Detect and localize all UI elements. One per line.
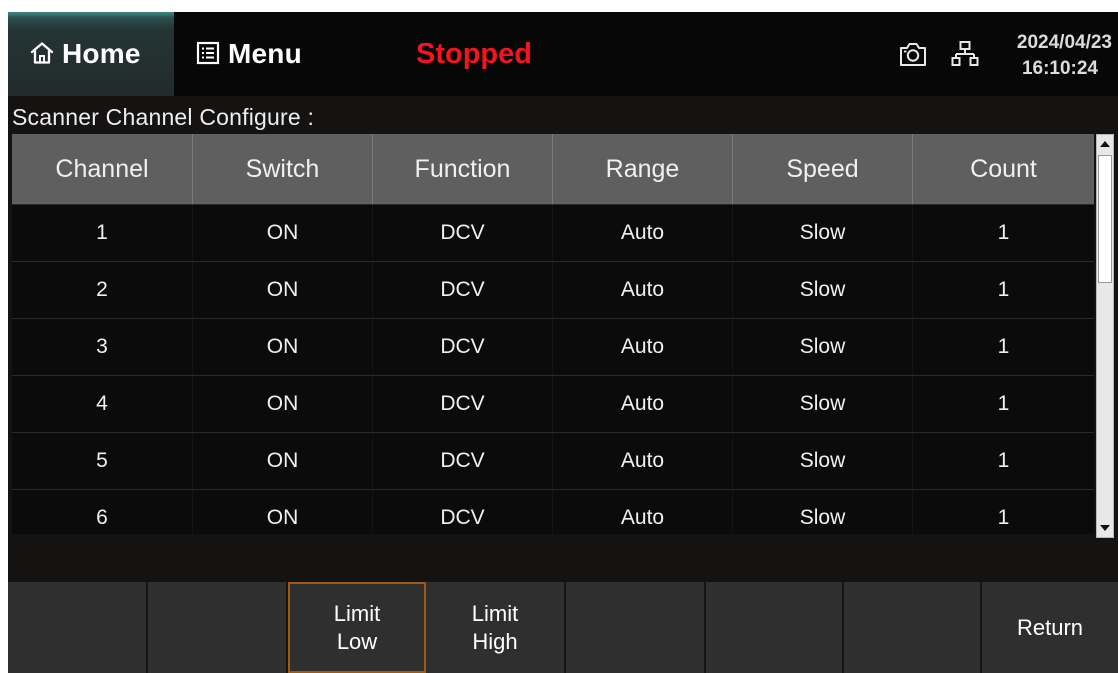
table-scrollbar[interactable] [1096, 134, 1114, 538]
column-header-channel[interactable]: Channel [12, 134, 193, 204]
table-row[interactable]: 3 ON DCV Auto Slow 1 [12, 318, 1094, 375]
softkey-5[interactable] [566, 582, 706, 673]
column-header-function[interactable]: Function [373, 134, 553, 204]
softkey-1[interactable] [8, 582, 148, 673]
return-line1: Return [1016, 614, 1084, 640]
camera-icon[interactable] [898, 40, 928, 73]
cell-range: Auto [553, 433, 733, 489]
limit-low-softkey[interactable]: Limit Low [288, 582, 426, 673]
cell-speed: Slow [733, 433, 913, 489]
cell-count: 1 [997, 506, 1010, 529]
instrument-screen: Home Menu Stopped 2024/04/23 16:10:24 Sc… [8, 12, 1118, 673]
limit-low-line2: Low [336, 628, 378, 654]
cell-range: Auto [553, 205, 733, 261]
cell-function: DCV [373, 205, 553, 261]
top-bar: Home Menu Stopped 2024/04/23 16:10:24 [8, 12, 1118, 96]
cell-switch: ON [193, 205, 373, 261]
cell-channel: 3 [12, 319, 193, 375]
cell-function: DCV [373, 433, 553, 489]
menu-list-icon [196, 41, 220, 70]
column-header-switch[interactable]: Switch [193, 134, 373, 204]
softkey-6[interactable] [706, 582, 844, 673]
table-row[interactable]: 2 ON DCV Auto Slow 1 [12, 261, 1094, 318]
cell-channel: 6 [12, 490, 193, 534]
table-row[interactable]: 1 ON DCV Auto Slow 1 [12, 204, 1094, 261]
date-time: 2024/04/23 16:10:24 [1017, 30, 1112, 82]
limit-high-line1: Limit [471, 600, 519, 626]
column-header-speed[interactable]: Speed [733, 134, 913, 204]
softkey-2[interactable] [148, 582, 288, 673]
cell-speed: Slow [733, 262, 913, 318]
column-header-range[interactable]: Range [553, 134, 733, 204]
cell-switch: ON [193, 376, 373, 432]
arrow-up-icon[interactable] [1097, 135, 1113, 153]
time-text: 16:10:24 [1021, 58, 1098, 79]
limit-high-line2: High [472, 628, 518, 654]
column-header-count[interactable]: Count [913, 134, 1094, 204]
cell-range: Auto [553, 376, 733, 432]
softkey-7[interactable] [844, 582, 982, 673]
section-title: Scanner Channel Configure : [12, 104, 315, 130]
softkey-bar: Limit Low Limit High Return [8, 582, 1118, 673]
cell-count: 1 [997, 449, 1010, 472]
arrow-down-icon[interactable] [1097, 519, 1113, 537]
cell-speed: Slow [733, 205, 913, 261]
table-row[interactable]: 4 ON DCV Auto Slow 1 [12, 375, 1094, 432]
cell-function: DCV [373, 490, 553, 534]
limit-low-line1: Limit [333, 600, 381, 626]
cell-range: Auto [553, 490, 733, 534]
cell-function: DCV [373, 262, 553, 318]
limit-high-softkey[interactable]: Limit High [426, 582, 566, 673]
cell-function: DCV [373, 319, 553, 375]
home-tab[interactable]: Home [8, 12, 174, 96]
cell-speed: Slow [733, 490, 913, 534]
cell-channel: 2 [12, 262, 193, 318]
home-tab-label: Home [62, 38, 141, 69]
cell-count: 1 [997, 278, 1010, 301]
home-icon [30, 41, 54, 70]
run-status: Stopped [416, 37, 532, 70]
scrollbar-thumb[interactable] [1098, 155, 1112, 283]
cell-range: Auto [553, 262, 733, 318]
cell-switch: ON [193, 490, 373, 534]
channel-table: Channel Switch Function Range Speed Coun… [12, 134, 1094, 534]
return-softkey[interactable]: Return [982, 582, 1118, 673]
cell-speed: Slow [733, 376, 913, 432]
cell-speed: Slow [733, 319, 913, 375]
table-row[interactable]: 5 ON DCV Auto Slow 1 [12, 432, 1094, 489]
cell-count: 1 [997, 392, 1010, 415]
cell-channel: 1 [12, 205, 193, 261]
network-icon [951, 40, 979, 73]
cell-switch: ON [193, 262, 373, 318]
cell-count: 1 [997, 221, 1010, 244]
menu-tab-label: Menu [228, 38, 302, 69]
date-text: 2024/04/23 [1016, 32, 1112, 53]
cell-switch: ON [193, 319, 373, 375]
table-row[interactable]: 6 ON DCV Auto Slow 1 [12, 489, 1094, 534]
table-header-row: Channel Switch Function Range Speed Coun… [12, 134, 1094, 204]
menu-tab[interactable]: Menu [174, 12, 334, 96]
cell-function: DCV [373, 376, 553, 432]
cell-switch: ON [193, 433, 373, 489]
cell-range: Auto [553, 319, 733, 375]
cell-channel: 4 [12, 376, 193, 432]
cell-channel: 5 [12, 433, 193, 489]
cell-count: 1 [997, 335, 1010, 358]
